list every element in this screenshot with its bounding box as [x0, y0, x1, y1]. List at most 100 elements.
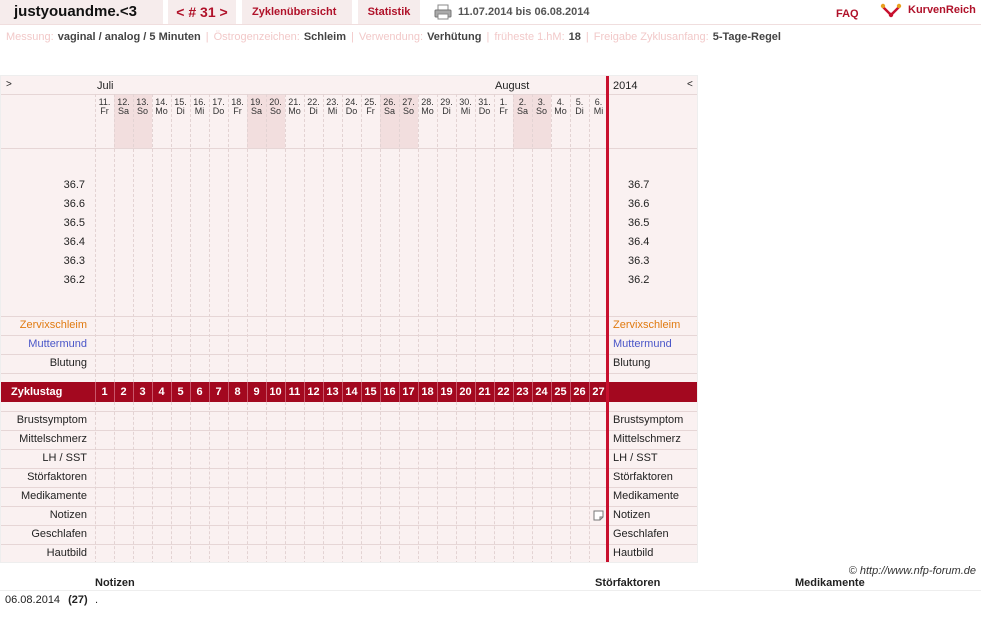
cycle-day-number: 23	[516, 386, 529, 398]
note-row: 06.08.2014 (27) .	[5, 594, 98, 606]
month-label: August	[495, 80, 530, 92]
cycle-day-separator	[399, 382, 400, 402]
cycle-day-number: 11	[288, 386, 301, 398]
stoerfaktoren-column-header: Störfaktoren	[595, 577, 661, 589]
grid-line	[1, 148, 697, 149]
temperature-label: 36.7	[63, 179, 85, 191]
setting-label: Messung:	[6, 31, 54, 43]
nav-next-button[interactable]: <	[687, 79, 693, 90]
temperature-label: 36.4	[63, 236, 85, 248]
row-separator	[1, 506, 697, 507]
day-gridline	[152, 94, 153, 382]
chart-title: justyouandme.<3	[0, 0, 163, 24]
day-gridline	[456, 94, 457, 382]
row-separator	[1, 525, 697, 526]
day-name: Sa	[117, 106, 129, 116]
cycle-nav-button[interactable]: < # 31 >	[168, 0, 236, 24]
day-name: Do	[212, 106, 225, 116]
cycle-day-separator	[437, 382, 438, 402]
note-icon[interactable]	[593, 510, 604, 521]
day-gridline	[114, 402, 115, 562]
cycle-day-number: 19	[440, 386, 453, 398]
temperature-label: 36.4	[628, 236, 650, 248]
cycle-day-number: 25	[554, 386, 567, 398]
day-name: Di	[309, 106, 318, 116]
day-gridline	[380, 402, 381, 562]
setting-value: Verhütung	[427, 31, 482, 43]
day-gridline	[589, 94, 590, 382]
day-gridline	[171, 94, 172, 382]
row-separator	[1, 316, 697, 317]
day-gridline	[399, 94, 400, 382]
cycle-day-separator	[247, 382, 248, 402]
row-label-st-rfaktoren: Störfaktoren	[613, 471, 673, 483]
row-separator	[1, 468, 697, 469]
row-separator	[1, 354, 697, 355]
day-gridline	[95, 94, 96, 382]
day-gridline	[475, 94, 476, 382]
printer-icon[interactable]	[434, 4, 452, 20]
cycle-day-number: 12	[307, 386, 320, 398]
day-name: Mi	[460, 106, 471, 116]
row-label-medikamente: Medikamente	[20, 490, 87, 502]
row-label-zervixschleim: Zervixschleim	[19, 319, 87, 331]
day-name: Sa	[383, 106, 395, 116]
day-gridline	[266, 402, 267, 562]
logo-text[interactable]: KurvenReich	[908, 4, 976, 16]
day-gridline	[437, 402, 438, 562]
day-name: Di	[575, 106, 584, 116]
cycle-day-number: 15	[364, 386, 377, 398]
cycle-day-number: 7	[215, 386, 222, 398]
year-label: 2014	[613, 80, 638, 92]
setting-value: vaginal / analog / 5 Minuten	[57, 31, 201, 43]
setting-label: früheste 1.hM:	[494, 31, 565, 43]
tab-statistik[interactable]: Statistik	[358, 0, 420, 24]
note-text: .	[95, 594, 99, 606]
row-label-mittelschmerz: Mittelschmerz	[613, 433, 681, 445]
day-gridline	[190, 402, 191, 562]
grid-line	[1, 94, 697, 95]
day-gridline	[190, 94, 191, 382]
day-gridline	[418, 402, 419, 562]
day-gridline	[247, 94, 248, 382]
faq-link[interactable]: FAQ	[836, 8, 859, 20]
day-gridline	[95, 402, 96, 562]
day-gridline	[209, 402, 210, 562]
setting-value: 5-Tage-Regel	[712, 31, 781, 43]
day-gridline	[494, 402, 495, 562]
day-name: Mo	[554, 106, 567, 116]
cycle-day-separator	[304, 382, 305, 402]
cycle-day-separator	[228, 382, 229, 402]
day-gridline	[475, 402, 476, 562]
temperature-label: 36.3	[63, 255, 85, 267]
day-gridline	[247, 402, 248, 562]
cycle-day-number: 18	[421, 386, 434, 398]
cycle-day-number: 20	[459, 386, 472, 398]
nav-prev-button[interactable]: >	[6, 79, 12, 90]
row-label-zervixschleim: Zervixschleim	[613, 319, 681, 331]
day-name: Mi	[327, 106, 338, 116]
day-name: Fr	[366, 106, 375, 116]
row-label-medikamente: Medikamente	[613, 490, 680, 502]
row-label-mittelschmerz: Mittelschmerz	[19, 433, 87, 445]
kurvenreich-logo-icon[interactable]	[880, 2, 902, 20]
row-label-st-rfaktoren: Störfaktoren	[27, 471, 87, 483]
day-gridline	[380, 94, 381, 382]
day-name: Do	[478, 106, 491, 116]
day-gridline	[437, 94, 438, 382]
row-label-muttermund: Muttermund	[613, 338, 672, 350]
day-gridline	[494, 94, 495, 382]
cycle-day-number: 16	[383, 386, 396, 398]
cycle-day-separator	[418, 382, 419, 402]
cycle-day-separator	[171, 382, 172, 402]
tab-zyklenuebersicht[interactable]: Zyklenübersicht	[242, 0, 352, 24]
grid-line	[1, 373, 697, 374]
day-gridline	[266, 94, 267, 382]
row-label-blutung: Blutung	[613, 357, 651, 369]
day-gridline	[323, 402, 324, 562]
cycle-day-separator	[475, 382, 476, 402]
day-gridline	[133, 94, 134, 382]
day-name: Do	[345, 106, 358, 116]
row-separator	[1, 411, 697, 412]
date-range: 11.07.2014 bis 06.08.2014	[458, 6, 590, 18]
